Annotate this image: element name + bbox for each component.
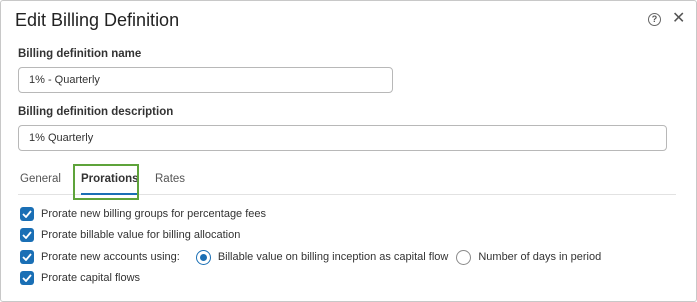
option-prorate-billable-value: Prorate billable value for billing alloc… [20,227,240,243]
billing-description-label: Billing definition description [18,106,174,118]
option-prorate-new-accounts: Prorate new accounts using: Billable val… [20,249,601,265]
radio-billable-value-label: Billable value on billing inception as c… [217,251,449,263]
option-label: Prorate new accounts using: [41,251,180,263]
billing-description-input[interactable] [18,125,667,151]
checkbox[interactable] [20,271,34,285]
tab-general[interactable]: General [20,165,61,195]
option-prorate-capital-flows: Prorate capital flows [20,270,140,286]
option-label: Prorate capital flows [41,272,141,284]
close-icon[interactable]: ✕ [672,10,685,28]
check-icon [22,253,32,261]
option-prorate-new-billing-groups: Prorate new billing groups for percentag… [20,206,266,222]
edit-billing-definition-dialog: Edit Billing Definition ? ✕ Billing defi… [0,0,697,302]
tab-rates-label: Rates [155,173,186,185]
help-icon[interactable]: ? [648,13,661,26]
radio-billable-value[interactable] [195,249,211,265]
tab-rates[interactable]: Rates [155,165,185,195]
radio-dot [199,253,207,261]
check-icon [22,274,32,282]
option-label: Prorate new billing groups for percentag… [41,208,267,220]
billing-name-input[interactable] [18,67,393,93]
radio-number-of-days[interactable] [456,249,472,265]
tab-highlight-box [73,164,139,200]
check-icon [22,231,32,239]
checkbox[interactable] [20,250,34,264]
checkbox[interactable] [20,207,34,221]
option-label: Prorate billable value for billing alloc… [41,229,241,241]
check-icon [22,210,32,218]
checkbox[interactable] [20,228,34,242]
radio-number-of-days-label: Number of days in period [478,251,602,263]
tab-general-label: General [20,173,61,185]
dialog-title: Edit Billing Definition [15,10,180,30]
billing-name-label: Billing definition name [18,48,142,60]
